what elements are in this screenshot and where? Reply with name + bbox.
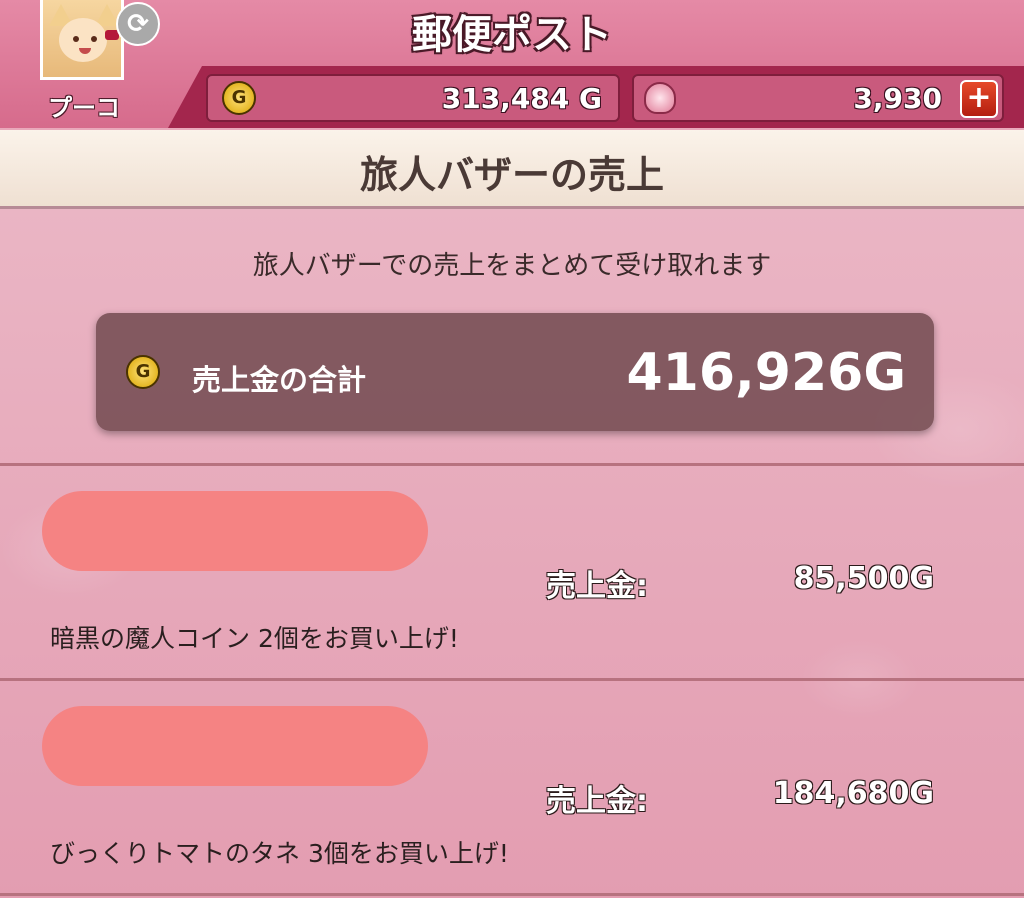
- section-title: 旅人バザーの売上: [359, 153, 664, 197]
- sale-row[interactable]: 売上金: 85,500G 暗黒の魔人コイン 2個をお買い上げ!: [0, 467, 1024, 677]
- gold-coin-icon: G: [126, 355, 160, 389]
- sale-row[interactable]: 売上金: 184,680G びっくりトマトのタネ 3個をお買い上げ!: [0, 682, 1024, 892]
- sale-description: びっくりトマトのタネ 3個をお買い上げ!: [50, 839, 509, 868]
- sale-value: 184,680G: [772, 776, 934, 811]
- gem-counter: 3,930 +: [632, 74, 1004, 122]
- avatar-face: [59, 18, 107, 62]
- refresh-icon[interactable]: ⟳: [116, 2, 160, 46]
- sale-label: 売上金:: [546, 569, 648, 604]
- total-label: 売上金の合計: [192, 363, 367, 397]
- sale-description: 暗黒の魔人コイン 2個をお買い上げ!: [50, 624, 459, 653]
- avatar-eye-right: [91, 36, 97, 42]
- player-avatar[interactable]: [40, 0, 124, 80]
- divider: [0, 678, 1024, 681]
- redacted-buyer-name: [42, 491, 428, 571]
- header-bar: 郵便ポスト ⟳ プーコ G 313,484 G 3,930 +: [0, 0, 1024, 128]
- redacted-buyer-name: [42, 706, 428, 786]
- avatar-eye-left: [73, 36, 79, 42]
- gem-amount: 3,930: [853, 82, 942, 115]
- divider: [0, 463, 1024, 466]
- gold-counter: G 313,484 G: [206, 74, 620, 122]
- sales-panel: 旅人バザーでの売上をまとめて受け取れます G 売上金の合計 416,926G 売…: [0, 209, 1024, 898]
- gem-icon: [644, 82, 676, 114]
- sale-value: 85,500G: [793, 561, 934, 596]
- gold-coin-icon: G: [222, 81, 256, 115]
- sale-label: 売上金:: [546, 784, 648, 819]
- divider: [0, 893, 1024, 896]
- total-sales-box: G 売上金の合計 416,926G: [96, 313, 934, 431]
- add-gems-button[interactable]: +: [960, 80, 998, 118]
- player-name: プーコ: [48, 94, 120, 122]
- gold-amount: 313,484 G: [441, 82, 602, 115]
- section-title-bar: 旅人バザーの売上: [0, 130, 1024, 209]
- instruction-text: 旅人バザーでの売上をまとめて受け取れます: [252, 251, 772, 281]
- total-value: 416,926G: [626, 343, 906, 403]
